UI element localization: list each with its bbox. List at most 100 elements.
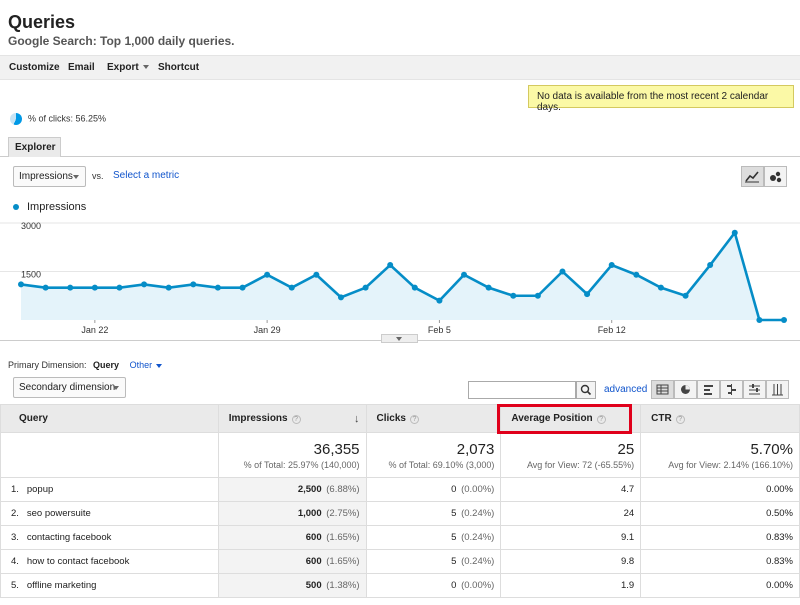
data-point[interactable] [510, 292, 517, 299]
data-point[interactable] [288, 284, 295, 291]
tab-divider [0, 156, 800, 157]
data-point[interactable] [436, 297, 443, 304]
data-point[interactable] [264, 271, 271, 278]
column-header-ctr-label: CTR [651, 413, 672, 424]
table-row: 1. popup 2,500 (6.88%) 0 (0.00%) 4.7 0.0… [0, 477, 800, 502]
percent-of-clicks-label: % of clicks: 56.25% [28, 113, 107, 124]
column-header-query[interactable]: Query [0, 404, 219, 433]
view-pivot-button[interactable] [766, 380, 789, 399]
help-icon[interactable]: ? [675, 415, 685, 424]
tab-explorer[interactable]: Explorer [8, 137, 61, 157]
row-rank: 3. [11, 532, 19, 543]
data-point[interactable] [214, 284, 221, 291]
export-button[interactable]: Export [107, 62, 149, 73]
column-header-query-label: Query [19, 413, 48, 424]
query-link[interactable]: offline marketing [27, 580, 97, 591]
data-point[interactable] [633, 271, 640, 278]
data-point[interactable] [387, 262, 394, 269]
bubbles-icon [770, 171, 782, 183]
customize-button[interactable]: Customize [9, 62, 60, 73]
ctr-cell: 0.00% [640, 573, 800, 598]
page-title: Queries [8, 12, 76, 32]
email-button[interactable]: Email [68, 62, 95, 73]
primary-dimension-query[interactable]: Query [93, 360, 119, 370]
impressions-value: 600 [305, 532, 322, 543]
totals-label-cell [0, 432, 219, 478]
data-point[interactable] [42, 284, 49, 291]
x-tick-label: Jan 29 [254, 325, 281, 335]
table-search-input[interactable] [468, 381, 576, 399]
view-comparison-button[interactable] [720, 380, 743, 399]
select-metric-link[interactable]: Select a metric [113, 170, 179, 181]
column-header-ctr[interactable]: CTR? [640, 404, 800, 433]
data-point[interactable] [141, 281, 148, 288]
column-header-clicks[interactable]: Clicks? [365, 404, 502, 433]
data-point[interactable] [608, 262, 615, 269]
vs-label: vs. [92, 171, 104, 181]
data-point[interactable] [337, 294, 344, 301]
data-point[interactable] [67, 284, 74, 291]
data-point[interactable] [682, 292, 689, 299]
data-point[interactable] [313, 271, 320, 278]
totals-row: 36,355 % of Total: 25.97% (140,000) 2,073… [0, 432, 800, 478]
average-position-cell: 9.1 [500, 525, 642, 550]
table-row: 4. how to contact facebook 600 (1.65%) 5… [0, 549, 800, 574]
query-link[interactable]: how to contact facebook [27, 556, 129, 567]
clicks-value: 0 [451, 580, 457, 591]
view-data-table-button[interactable] [651, 380, 674, 399]
data-point[interactable] [18, 281, 24, 288]
clicks-share: (0.00%) [461, 484, 495, 495]
metric-dropdown[interactable]: Impressions [13, 166, 86, 187]
data-point[interactable] [756, 317, 763, 323]
view-term-cloud-button[interactable] [743, 380, 766, 399]
chart-resize-handle[interactable] [381, 334, 418, 343]
impressions-cell: 500 (1.38%) [217, 573, 367, 598]
pie-chart-icon [681, 385, 690, 394]
impressions-share: (2.75%) [326, 508, 360, 519]
help-icon[interactable]: ? [291, 415, 301, 424]
data-point[interactable] [781, 317, 787, 323]
advanced-filter-link[interactable]: advanced [604, 384, 647, 395]
highlight-box [497, 404, 632, 434]
secondary-dimension-dropdown[interactable]: Secondary dimension [13, 377, 126, 398]
clicks-cell: 5 (0.24%) [365, 549, 502, 574]
data-point[interactable] [534, 292, 541, 299]
data-point[interactable] [91, 284, 98, 291]
data-point[interactable] [190, 281, 197, 288]
data-point[interactable] [559, 268, 566, 275]
query-link[interactable]: contacting facebook [27, 532, 112, 543]
data-point[interactable] [707, 262, 714, 269]
primary-dimension-label: Primary Dimension: [8, 360, 87, 370]
chevron-down-icon [396, 337, 402, 341]
clicks-value: 5 [451, 508, 457, 519]
impressions-share: (1.65%) [326, 556, 360, 567]
data-point[interactable] [411, 284, 418, 291]
primary-dimension-other[interactable]: Other [130, 360, 163, 370]
column-header-impressions[interactable]: Impressions? ↓ [217, 404, 367, 433]
data-point[interactable] [731, 229, 738, 236]
shortcut-button[interactable]: Shortcut [158, 62, 199, 73]
data-point[interactable] [657, 284, 664, 291]
data-point[interactable] [584, 291, 591, 298]
data-point[interactable] [165, 284, 172, 291]
data-point[interactable] [461, 271, 468, 278]
impressions-cell: 600 (1.65%) [217, 549, 367, 574]
chart-legend: Impressions [13, 201, 86, 213]
view-pie-button[interactable] [674, 380, 697, 399]
data-point[interactable] [116, 284, 123, 291]
help-icon[interactable]: ? [410, 415, 419, 424]
data-point[interactable] [485, 284, 492, 291]
totals-ctr-sub: Avg for View: 2.14% (166.10%) [668, 460, 793, 470]
table-row: 2. seo powersuite 1,000 (2.75%) 5 (0.24%… [0, 501, 800, 526]
data-point[interactable] [362, 284, 369, 291]
queries-table: Query Impressions? ↓ Clicks? Average Pos… [0, 404, 800, 598]
view-performance-button[interactable] [697, 380, 720, 399]
ctr-cell: 0.00% [640, 477, 800, 502]
data-point[interactable] [239, 284, 246, 291]
clicks-cell: 0 (0.00%) [365, 477, 502, 502]
query-link[interactable]: seo powersuite [27, 508, 91, 519]
table-search-button[interactable] [576, 381, 596, 399]
motion-chart-button[interactable] [764, 166, 787, 187]
query-link[interactable]: popup [27, 484, 53, 495]
line-chart-button[interactable] [741, 166, 764, 187]
